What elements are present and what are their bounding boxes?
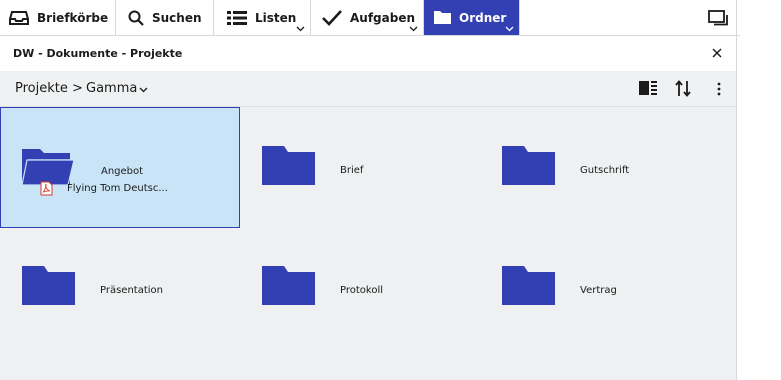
folder-item-vertrag[interactable]: Vertrag [480,228,720,349]
folder-item-angebot[interactable]: Angebot Flying Tom Deutsc... [0,107,240,228]
folder-label: Gutschrift [580,165,630,176]
folder-label: Präsentation [100,285,163,296]
folder-icon [502,146,555,185]
folder-icon [262,266,315,305]
tab-label: Briefkörbe [37,10,109,25]
breadcrumb-bar: Projekte > Gamma [0,71,736,107]
chevron-down-icon[interactable] [296,26,305,32]
folder-item-protokoll[interactable]: Protokoll [240,228,480,349]
folder-label: Protokoll [340,285,384,296]
folder-label: Vertrag [580,285,617,296]
folder-grid: Angebot Flying Tom Deutsc... Brief Gutsc… [0,107,736,380]
window-title-bar: DW - Dokumente - Projekte [0,36,736,71]
list-icon [227,10,247,26]
chevron-down-icon[interactable] [505,26,514,32]
inbox-tray-icon [9,10,29,25]
folder-icon [262,146,315,185]
folder-item-praesentation[interactable]: Präsentation [0,228,240,349]
details-pane-icon[interactable] [639,80,657,96]
folder-item-gutschrift[interactable]: Gutschrift [480,107,720,228]
breadcrumb-separator: > [72,81,83,96]
tab-suchen[interactable]: Suchen [116,0,214,35]
checkmark-icon [322,9,342,26]
search-icon [128,10,144,26]
tab-ordner[interactable]: Ordner [424,0,520,35]
breadcrumb-current[interactable]: Gamma [86,81,137,96]
folder-label: Angebot [101,166,144,177]
top-tab-bar: Briefkörbe Suchen Listen Aufgaben Ordner [0,0,740,36]
tab-briefkoerbe[interactable]: Briefkörbe [0,0,116,35]
tab-label: Aufgaben [350,10,416,25]
window-title: DW - Dokumente - Projekte [13,47,183,60]
tab-label: Listen [255,10,297,25]
app-window: Briefkörbe Suchen Listen Aufgaben Ordner… [0,0,781,380]
window-border [736,0,737,380]
tab-aufgaben[interactable]: Aufgaben [311,0,424,35]
folder-item-brief[interactable]: Brief [240,107,480,228]
window-switch-icon[interactable] [708,9,728,26]
folder-icon [502,266,555,305]
pdf-file-icon [40,181,53,196]
tab-label: Suchen [152,10,202,25]
folder-label: Brief [340,165,364,176]
tab-label: Ordner [459,10,507,25]
document-label[interactable]: Flying Tom Deutsc... [67,183,168,194]
breadcrumb-root[interactable]: Projekte [15,81,68,96]
chevron-down-icon[interactable] [409,26,418,32]
sort-icon[interactable] [675,80,691,97]
tab-listen[interactable]: Listen [214,0,311,35]
folder-icon [22,266,75,305]
folder-icon [434,11,451,24]
more-options-icon[interactable] [717,82,721,96]
chevron-down-icon[interactable] [139,87,148,93]
close-icon[interactable] [711,47,723,59]
